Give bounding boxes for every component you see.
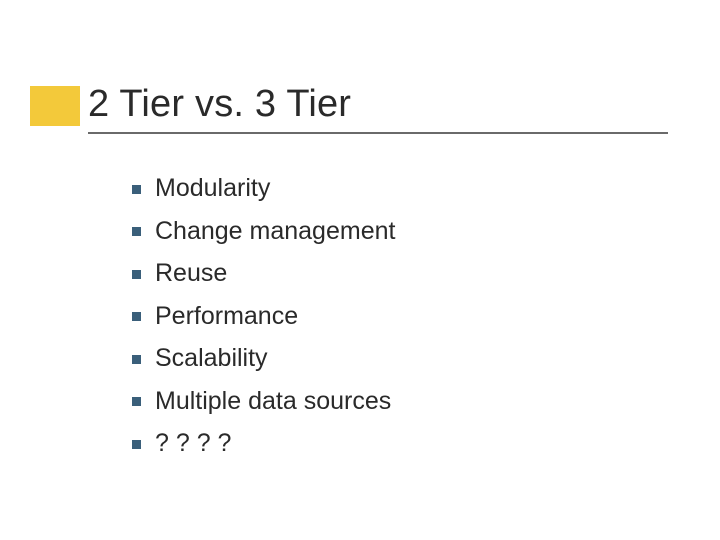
list-item-label: Performance [155,300,298,333]
list-item-label: ? ? ? ? [155,427,231,460]
square-bullet-icon [132,270,141,279]
list-item-label: Modularity [155,172,270,205]
slide: 2 Tier vs. 3 Tier Modularity Change mana… [0,0,720,540]
list-item: Performance [132,300,660,333]
bullet-list: Modularity Change management Reuse Perfo… [132,172,660,460]
square-bullet-icon [132,355,141,364]
list-item: ? ? ? ? [132,427,660,460]
square-bullet-icon [132,397,141,406]
slide-title: 2 Tier vs. 3 Tier [88,84,672,126]
list-item: Multiple data sources [132,385,660,418]
square-bullet-icon [132,312,141,321]
list-item: Reuse [132,257,660,290]
square-bullet-icon [132,185,141,194]
title-area: 2 Tier vs. 3 Tier [88,84,672,134]
slide-body: Modularity Change management Reuse Perfo… [132,172,660,470]
square-bullet-icon [132,227,141,236]
list-item-label: Reuse [155,257,227,290]
list-item-label: Scalability [155,342,268,375]
list-item: Change management [132,215,660,248]
square-bullet-icon [132,440,141,449]
title-rule [88,132,668,134]
list-item: Modularity [132,172,660,205]
list-item-label: Multiple data sources [155,385,391,418]
list-item-label: Change management [155,215,395,248]
list-item: Scalability [132,342,660,375]
accent-block [30,86,80,126]
